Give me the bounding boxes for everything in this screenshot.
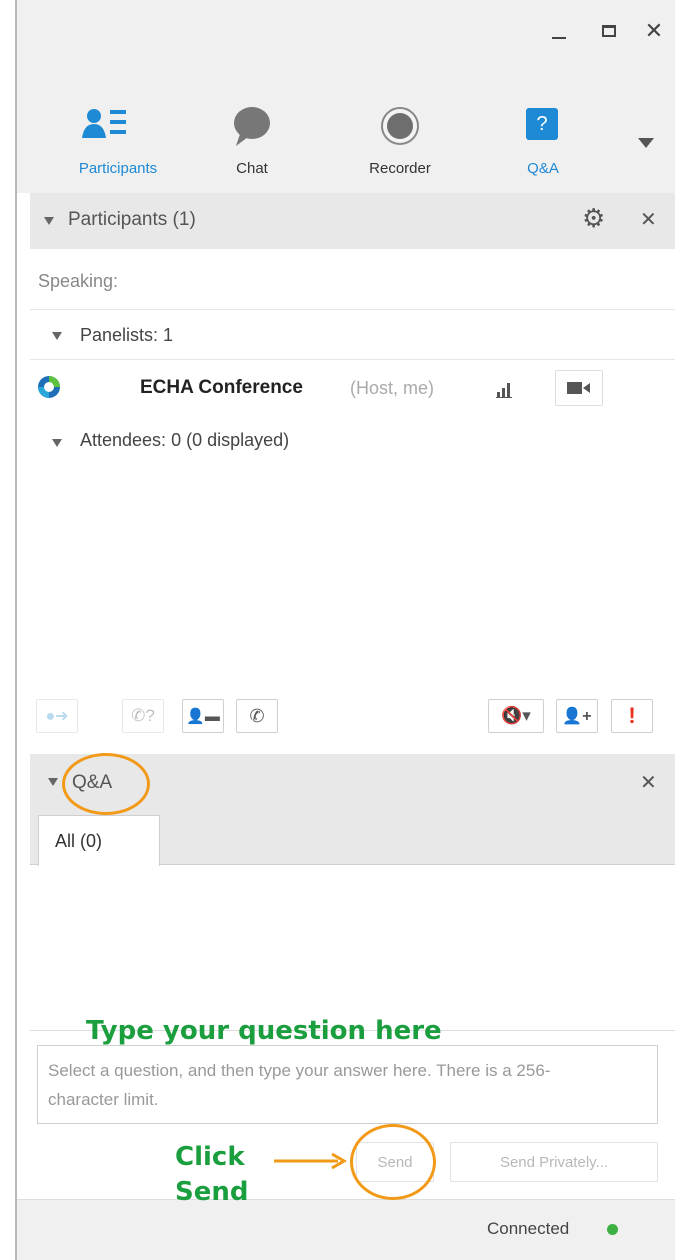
arrow-right-icon <box>274 1152 347 1170</box>
send-note: Send <box>175 1177 249 1207</box>
webex-panel-window: ✕ Participants Chat Recorder ? Q&A Parti… <box>0 0 675 1260</box>
tab-all-label: All (0) <box>55 831 103 851</box>
answer-input[interactable]: Select a question, and then type your an… <box>37 1045 658 1124</box>
toolbar-recorder-label: Recorder <box>369 160 431 177</box>
chevron-down-icon <box>638 138 654 148</box>
add-user-icon: 👤+ <box>562 708 592 725</box>
toolbar-qa[interactable]: ? Q&A <box>483 100 603 180</box>
gear-icon[interactable]: ⚙ <box>582 203 605 234</box>
toolbar-participants[interactable]: Participants <box>58 100 178 180</box>
record-icon <box>381 107 419 145</box>
signal-bars-icon <box>496 383 512 398</box>
maximize-button[interactable] <box>592 14 626 48</box>
type-question-note: Type your question here <box>86 1016 442 1046</box>
collapse-triangle-icon[interactable] <box>52 332 62 340</box>
phone-button[interactable]: ✆ <box>236 699 278 733</box>
toolbar-recorder[interactable]: Recorder <box>340 100 460 180</box>
send-privately-button-label: Send Privately... <box>499 1154 609 1171</box>
answer-input-placeholder: Select a question, and then type your an… <box>48 1061 551 1109</box>
host-tag: (Host, me) <box>350 378 435 398</box>
toolbar-chat-label: Chat <box>236 160 268 177</box>
tab-all[interactable]: All (0) <box>38 815 160 866</box>
host-name: ECHA Conference <box>140 377 303 398</box>
video-camera-icon <box>567 382 590 394</box>
video-button[interactable] <box>555 370 603 406</box>
maximize-icon <box>602 25 616 37</box>
webex-status-icon <box>38 376 60 398</box>
phone-help-button[interactable]: ✆? <box>122 699 164 733</box>
mute-icon: 🔇▾ <box>501 706 531 725</box>
toolbar-more-button[interactable] <box>632 128 662 158</box>
participant-row-host[interactable]: ECHA Conference (Host, me) <box>30 362 675 414</box>
close-icon: ✕ <box>644 18 664 43</box>
status-bar: Connected <box>17 1199 675 1260</box>
toolbar-participants-label: Participants <box>78 160 158 177</box>
send-privately-button[interactable]: Send Privately... <box>450 1142 658 1182</box>
separator <box>30 309 675 310</box>
collapse-triangle-icon[interactable] <box>52 439 62 447</box>
separator <box>30 359 675 360</box>
qa-title-highlight <box>62 753 150 815</box>
participants-title: Participants (1) <box>68 209 196 230</box>
close-icon[interactable]: ✕ <box>640 207 657 232</box>
toolbar-qa-label: Q&A <box>527 160 559 177</box>
connection-status-text: Connected <box>487 1219 570 1238</box>
send-button-highlight <box>350 1124 436 1200</box>
chat-bubble-icon <box>234 107 270 146</box>
participants-icon <box>82 109 126 138</box>
title-bar: ✕ <box>17 0 675 70</box>
panelists-label: Panelists: 1 <box>80 325 174 345</box>
collapse-triangle-icon <box>48 778 58 786</box>
close-icon[interactable]: ✕ <box>640 770 657 795</box>
minimize-icon <box>552 37 566 39</box>
alert-button[interactable]: ! <box>611 699 653 733</box>
speaking-label: Speaking: <box>38 271 119 291</box>
qa-icon: ? <box>526 108 558 140</box>
attendees-label: Attendees: 0 (0 displayed) <box>80 430 290 450</box>
exclamation-icon: ! <box>628 703 636 728</box>
toolbar-chat[interactable]: Chat <box>192 100 312 180</box>
phone-icon: ✆ <box>249 705 265 726</box>
add-participant-button[interactable]: 👤+ <box>556 699 598 733</box>
mute-dropdown-button[interactable]: 🔇▾ <box>488 699 544 733</box>
pass-ball-button[interactable]: ●➜ <box>36 699 78 733</box>
click-note: Click <box>175 1142 245 1172</box>
video-participant-button[interactable]: 👤▬ <box>182 699 224 733</box>
participant-video-icon: 👤▬ <box>186 708 220 725</box>
pass-ball-icon: ●➜ <box>45 708 69 725</box>
collapse-triangle-icon <box>44 217 54 225</box>
minimize-button[interactable] <box>542 14 576 48</box>
close-window-button[interactable]: ✕ <box>637 14 671 48</box>
participants-header[interactable]: Participants (1) ⚙ ✕ <box>30 193 675 249</box>
phone-question-icon: ✆? <box>131 706 155 725</box>
status-dot-icon <box>607 1224 618 1235</box>
